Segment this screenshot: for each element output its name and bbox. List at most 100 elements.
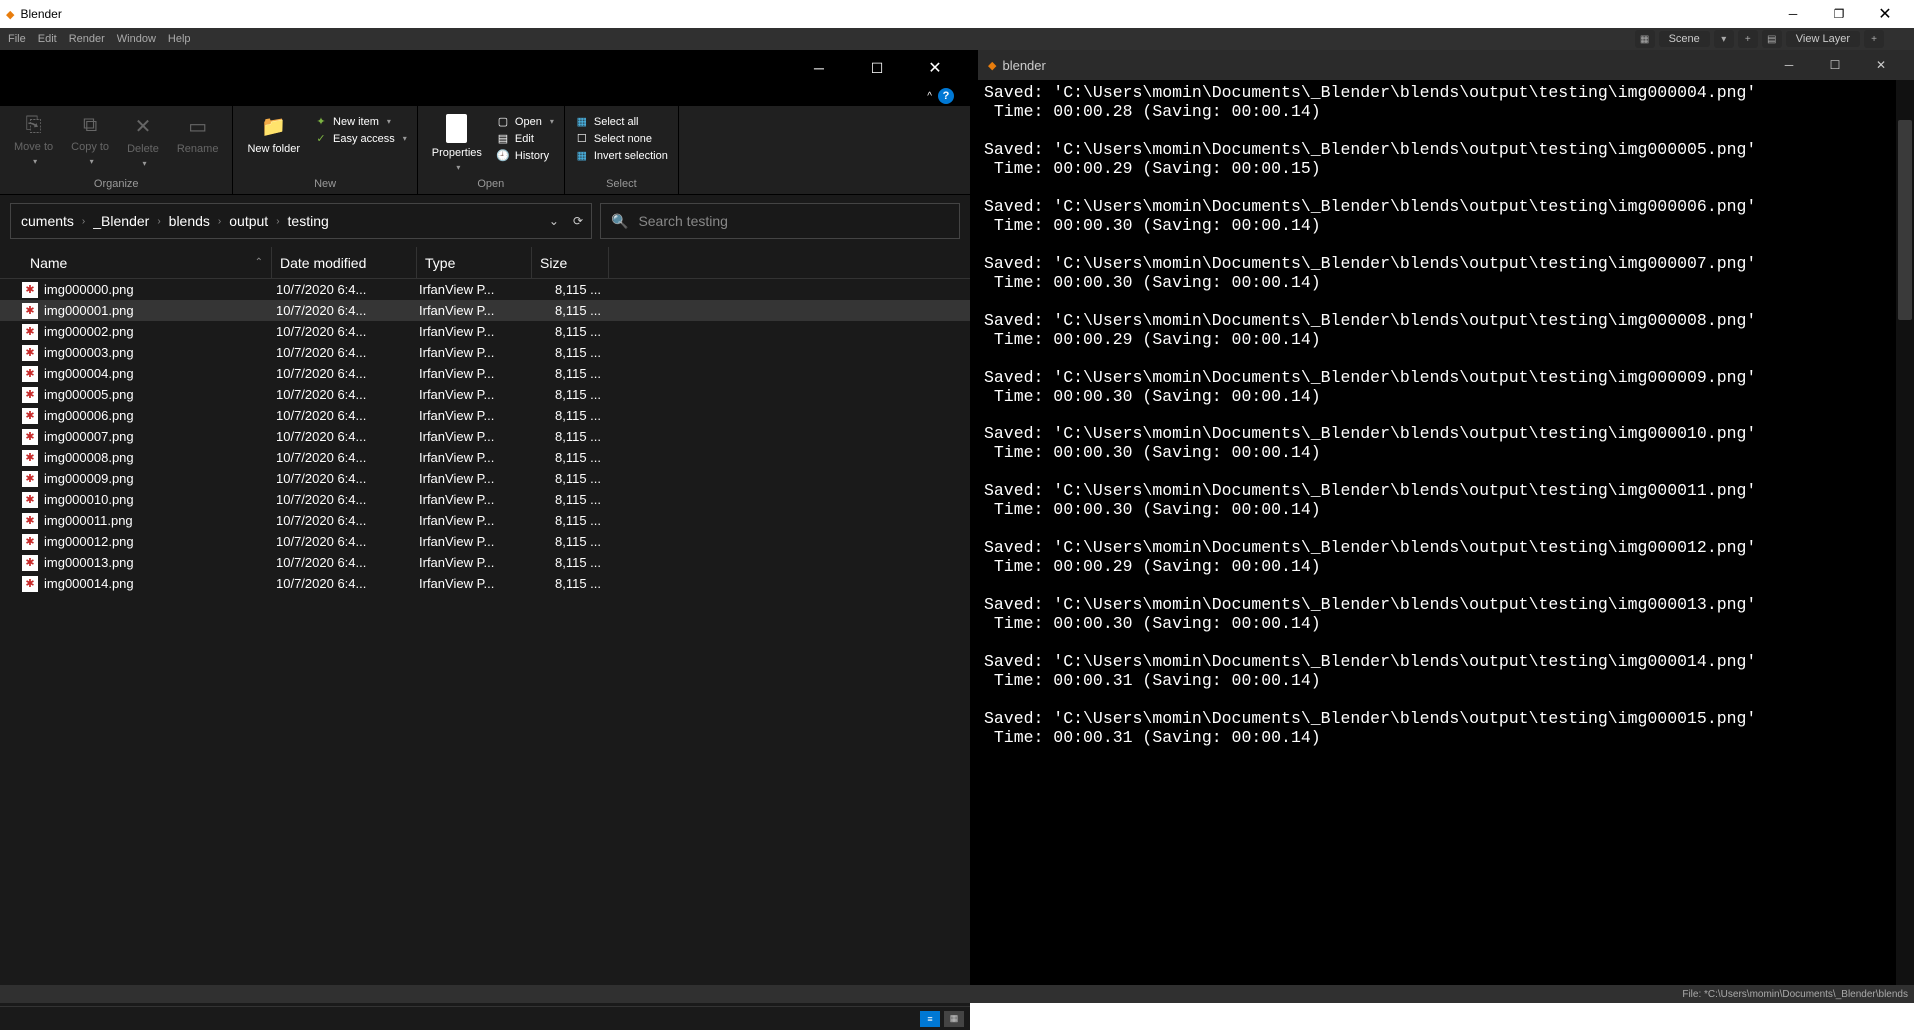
file-type: IrfanView P... <box>417 450 532 465</box>
file-row[interactable]: img000012.png10/7/2020 6:4...IrfanView P… <box>0 531 970 552</box>
console-output[interactable]: Saved: 'C:\Users\momin\Documents\_Blende… <box>978 80 1914 1000</box>
search-input[interactable]: 🔍 Search testing <box>600 203 960 239</box>
file-size: 8,115 ... <box>532 387 609 402</box>
file-size: 8,115 ... <box>532 303 609 318</box>
breadcrumb[interactable]: cuments <box>19 213 76 229</box>
scene-field[interactable]: Scene <box>1659 31 1710 47</box>
file-row[interactable]: img000011.png10/7/2020 6:4...IrfanView P… <box>0 510 970 531</box>
blender-logo-icon: ◆ <box>6 8 14 21</box>
file-name: img000002.png <box>44 324 272 339</box>
column-header-size[interactable]: Size <box>532 247 609 278</box>
file-row[interactable]: img000014.png10/7/2020 6:4...IrfanView P… <box>0 573 970 594</box>
maximize-button[interactable]: ❐ <box>1816 0 1862 28</box>
file-row[interactable]: img000013.png10/7/2020 6:4...IrfanView P… <box>0 552 970 573</box>
edit-button[interactable]: ▤Edit <box>492 131 558 146</box>
details-view-button[interactable]: ≡ <box>920 1011 940 1027</box>
viewlayer-new-icon[interactable]: + <box>1864 30 1884 48</box>
close-button[interactable]: ✕ <box>1862 0 1908 28</box>
open-button[interactable]: ▢Open▾ <box>492 114 558 129</box>
file-row[interactable]: img000004.png10/7/2020 6:4...IrfanView P… <box>0 363 970 384</box>
file-date: 10/7/2020 6:4... <box>272 450 417 465</box>
file-date: 10/7/2020 6:4... <box>272 408 417 423</box>
menu-file[interactable]: File <box>8 33 26 45</box>
menu-help[interactable]: Help <box>168 33 191 45</box>
explorer-minimize-button[interactable]: ─ <box>790 50 848 86</box>
menu-edit[interactable]: Edit <box>38 33 57 45</box>
file-row[interactable]: img000010.png10/7/2020 6:4...IrfanView P… <box>0 489 970 510</box>
address-bar[interactable]: cuments› _Blender› blends› output› testi… <box>10 203 592 239</box>
file-list-headers: Name⌃ Date modified Type Size <box>0 247 970 279</box>
file-date: 10/7/2020 6:4... <box>272 429 417 444</box>
file-row[interactable]: img000000.png10/7/2020 6:4...IrfanView P… <box>0 279 970 300</box>
viewlayer-icon[interactable]: ▤ <box>1762 30 1782 48</box>
statusbar-file-path: File: *C:\Users\momin\Documents\_Blender… <box>1682 989 1908 1000</box>
file-type: IrfanView P... <box>417 534 532 549</box>
rename-button[interactable]: ▭Rename <box>169 110 227 159</box>
scene-icon[interactable]: ▦ <box>1635 30 1655 48</box>
move-to-button[interactable]: ⎘Move to▾ <box>6 110 61 170</box>
viewlayer-field[interactable]: View Layer <box>1786 31 1860 47</box>
column-header-type[interactable]: Type <box>417 247 532 278</box>
file-name: img000012.png <box>44 534 272 549</box>
open-icon: ▢ <box>496 115 510 128</box>
ribbon-group-open: ✔Properties▾ ▢Open▾ ▤Edit 🕘History Open <box>418 106 565 194</box>
explorer-close-button[interactable]: ✕ <box>906 50 964 86</box>
file-row[interactable]: img000008.png10/7/2020 6:4...IrfanView P… <box>0 447 970 468</box>
breadcrumb[interactable]: blends <box>167 213 212 229</box>
file-name: img000013.png <box>44 555 272 570</box>
file-date: 10/7/2020 6:4... <box>272 534 417 549</box>
breadcrumb[interactable]: _Blender <box>91 213 151 229</box>
file-name: img000005.png <box>44 387 272 402</box>
scrollbar-thumb[interactable] <box>1898 120 1912 320</box>
menu-window[interactable]: Window <box>117 33 156 45</box>
scene-browse-icon[interactable]: ▾ <box>1714 30 1734 48</box>
properties-icon: ✔ <box>446 114 467 143</box>
ribbon-group-new: 📁New folder ✦New item▾ ✓Easy access▾ New <box>233 106 417 194</box>
new-folder-button[interactable]: 📁New folder <box>239 110 308 159</box>
history-icon: 🕘 <box>496 149 510 162</box>
column-header-date[interactable]: Date modified <box>272 247 417 278</box>
easy-access-button[interactable]: ✓Easy access▾ <box>310 131 411 146</box>
copy-to-button[interactable]: ⧉Copy to▾ <box>63 110 117 170</box>
refresh-icon[interactable]: ⟳ <box>573 214 583 228</box>
console-maximize-button[interactable]: ☐ <box>1812 50 1858 80</box>
explorer-maximize-button[interactable]: ☐ <box>848 50 906 86</box>
history-button[interactable]: 🕘History <box>492 148 558 163</box>
console-scrollbar[interactable] <box>1896 80 1914 1000</box>
console-close-button[interactable]: ✕ <box>1858 50 1904 80</box>
file-row[interactable]: img000009.png10/7/2020 6:4...IrfanView P… <box>0 468 970 489</box>
menu-render[interactable]: Render <box>69 33 105 45</box>
file-row[interactable]: img000006.png10/7/2020 6:4...IrfanView P… <box>0 405 970 426</box>
new-item-icon: ✦ <box>314 115 328 128</box>
invert-selection-button[interactable]: ▦Invert selection <box>571 148 672 163</box>
file-type: IrfanView P... <box>417 387 532 402</box>
scene-new-icon[interactable]: + <box>1738 30 1758 48</box>
search-icon: 🔍 <box>611 213 628 230</box>
thumbnails-view-button[interactable]: ▦ <box>944 1011 964 1027</box>
file-row[interactable]: img000003.png10/7/2020 6:4...IrfanView P… <box>0 342 970 363</box>
delete-button[interactable]: ✕Delete▾ <box>119 110 167 172</box>
easy-access-icon: ✓ <box>314 132 328 145</box>
file-date: 10/7/2020 6:4... <box>272 282 417 297</box>
breadcrumb[interactable]: output <box>227 213 270 229</box>
new-item-button[interactable]: ✦New item▾ <box>310 114 411 129</box>
select-none-button[interactable]: ☐Select none <box>571 131 672 146</box>
select-all-button[interactable]: ▦Select all <box>571 114 672 129</box>
file-row[interactable]: img000007.png10/7/2020 6:4...IrfanView P… <box>0 426 970 447</box>
console-minimize-button[interactable]: ─ <box>1766 50 1812 80</box>
file-size: 8,115 ... <box>532 345 609 360</box>
group-label-select: Select <box>606 176 637 192</box>
help-icon[interactable]: ? <box>938 88 954 104</box>
column-header-name[interactable]: Name⌃ <box>22 247 272 278</box>
properties-button[interactable]: ✔Properties▾ <box>424 110 490 176</box>
minimize-button[interactable]: ─ <box>1770 0 1816 28</box>
ribbon-collapse-icon[interactable]: ^ <box>927 91 932 102</box>
file-row[interactable]: img000001.png10/7/2020 6:4...IrfanView P… <box>0 300 970 321</box>
file-date: 10/7/2020 6:4... <box>272 513 417 528</box>
file-row[interactable]: img000005.png10/7/2020 6:4...IrfanView P… <box>0 384 970 405</box>
chevron-right-icon: › <box>270 216 285 227</box>
address-dropdown-icon[interactable]: ⌄ <box>549 214 559 228</box>
rename-icon: ▭ <box>188 114 207 139</box>
breadcrumb[interactable]: testing <box>286 213 331 229</box>
file-row[interactable]: img000002.png10/7/2020 6:4...IrfanView P… <box>0 321 970 342</box>
